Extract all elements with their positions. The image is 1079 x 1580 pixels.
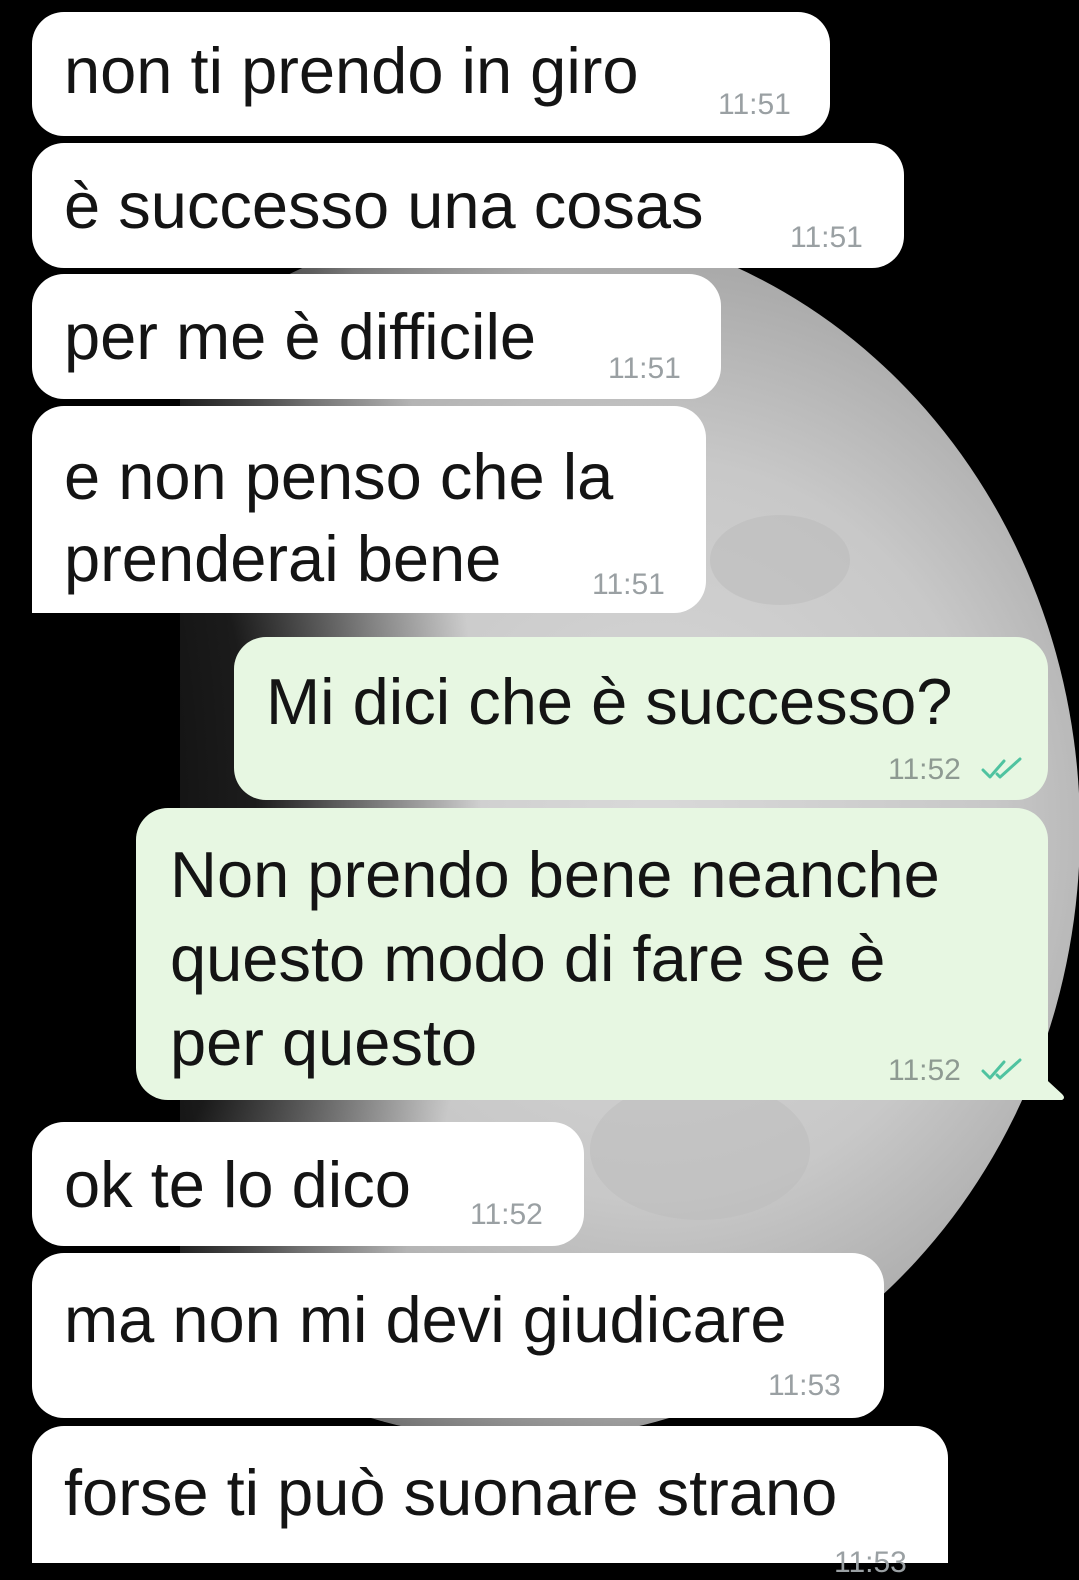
message-bubble-incoming[interactable]: non ti prendo in giro 11:51 — [32, 12, 830, 136]
message-timestamp: 11:52 — [470, 1198, 543, 1231]
double-check-icon — [981, 1058, 1022, 1080]
message-text: forse ti può suonare strano — [64, 1456, 838, 1529]
message-timestamp: 11:52 — [888, 1054, 961, 1087]
message-text: è successo una cosas — [64, 169, 704, 242]
message-text: Mi dici che è successo? — [266, 665, 953, 738]
message-timestamp: 11:51 — [608, 352, 681, 385]
message-text-line: Non prendo bene neanche — [170, 838, 940, 911]
message-timestamp: 11:52 — [888, 753, 961, 786]
message-text-line: questo modo di fare se è — [170, 922, 886, 995]
message-bubble-incoming[interactable]: forse ti può suonare strano 11:53 — [32, 1426, 948, 1579]
message-bubble-incoming[interactable]: ma non mi devi giudicare 11:53 — [32, 1253, 884, 1418]
message-text-line: e non penso che la — [64, 440, 614, 513]
double-check-icon — [981, 757, 1022, 779]
message-timestamp: 11:51 — [790, 221, 863, 254]
message-bubble-outgoing[interactable]: Non prendo bene neanche questo modo di f… — [136, 808, 1048, 1100]
message-bubble-incoming[interactable]: per me è difficile 11:51 — [32, 274, 721, 399]
message-text: ma non mi devi giudicare — [64, 1283, 787, 1356]
message-timestamp: 11:53 — [768, 1369, 841, 1402]
message-bubble-incoming[interactable]: è successo una cosas 11:51 — [32, 143, 904, 268]
message-text-line: per questo — [170, 1006, 478, 1079]
message-text: ok te lo dico — [64, 1148, 411, 1221]
message-timestamp: 11:51 — [592, 568, 665, 601]
message-text: non ti prendo in giro — [64, 34, 639, 107]
message-text: per me è difficile — [64, 300, 537, 373]
message-bubble-outgoing[interactable]: Mi dici che è successo? 11:52 — [234, 637, 1048, 800]
message-timestamp: 11:51 — [718, 88, 791, 121]
message-bubble-incoming[interactable]: ok te lo dico 11:52 — [32, 1122, 584, 1246]
message-timestamp: 11:53 — [834, 1546, 907, 1579]
message-bubble-incoming[interactable]: e non penso che la prenderai bene 11:51 — [32, 406, 706, 613]
message-text-line: prenderai bene — [64, 522, 502, 595]
